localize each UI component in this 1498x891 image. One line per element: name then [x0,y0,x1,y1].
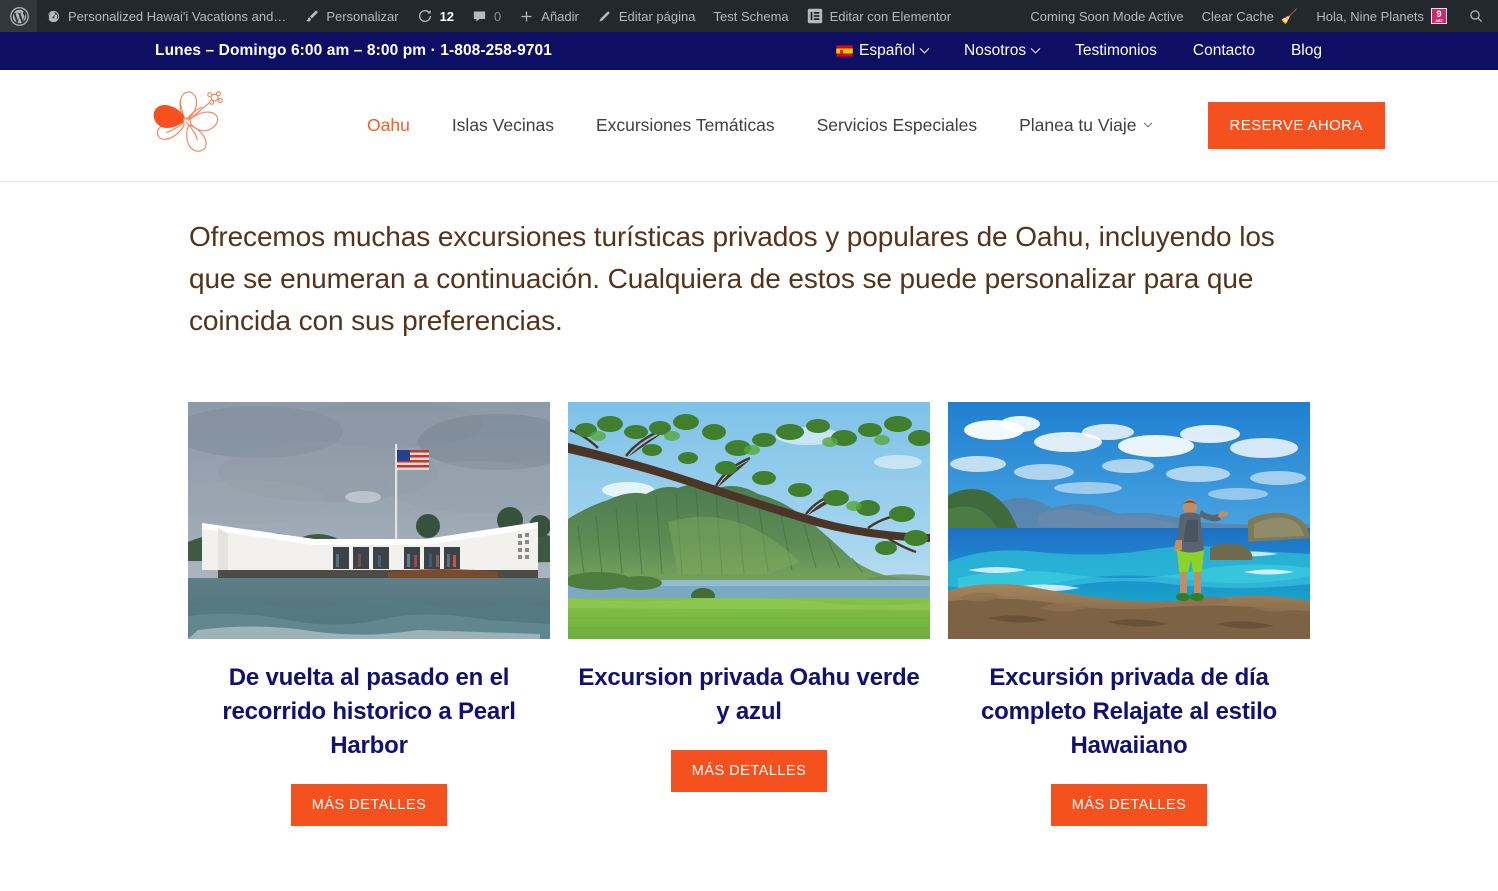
nav-islas-vecinas-label: Islas Vecinas [451,115,554,135]
updates-icon [417,8,433,24]
top-nav-testimonios[interactable]: Testimonios [1057,42,1175,60]
tour-card-image[interactable] [188,402,550,639]
more-details-button[interactable]: MÁS DETALLES [1050,784,1208,827]
makapuu-lookout-image [948,402,1310,639]
language-selector-label: Español [859,42,916,59]
admin-bar-updates-count: 12 [439,8,455,24]
nav-servicios-especiales[interactable]: Servicios Especiales [796,115,998,136]
coming-soon-label: Coming Soon Mode Active [1030,8,1184,24]
nav-excursiones-tematicas[interactable]: Excursiones Temáticas [575,115,796,136]
page-content: Ofrecemos muchas excursiones turísticas … [0,182,1498,827]
top-nav-testimonios-label: Testimonios [1075,42,1157,59]
tour-card-title[interactable]: Excursion privada Oahu verde y azul [568,661,930,729]
admin-bar-comments[interactable]: 0 [463,0,510,32]
admin-bar-clear-cache[interactable]: Clear Cache 🧹 [1193,0,1308,32]
admin-bar-coming-soon-mode[interactable]: Coming Soon Mode Active [1021,0,1192,32]
hibiscus-flower-logo [153,90,223,152]
admin-bar-edit-page[interactable]: Editar página [588,0,705,32]
top-nav-contacto[interactable]: Contacto [1175,42,1273,60]
koolau-mountains-image [568,402,930,639]
tour-card-image[interactable] [948,402,1310,639]
admin-bar-site-name[interactable]: Personalized Hawai'i Vacations and… [37,0,295,32]
tour-card: Excursion privada Oahu verde y azul MÁS … [568,402,930,826]
tour-card-image[interactable] [568,402,930,639]
uss-arizona-memorial-image [188,402,550,639]
broom-icon: 🧹 [1280,7,1299,24]
admin-bar-site-name-label: Personalized Hawai'i Vacations and… [68,8,287,24]
plus-icon [519,9,534,24]
reserve-now-button[interactable]: RESERVE AHORA [1207,102,1385,149]
clear-cache-label: Clear Cache [1201,8,1274,24]
admin-bar-new-content[interactable]: Añadir [510,0,588,32]
admin-bar-my-account[interactable]: Hola, Nine Planets 9 ABT [1307,0,1456,32]
nav-servicios-especiales-label: Servicios Especiales [816,115,978,135]
top-nav-contacto-label: Contacto [1192,42,1255,59]
top-nav-nosotros[interactable]: Nosotros [946,42,1057,60]
top-nav-nosotros-label: Nosotros [964,42,1027,59]
contact-hours-phone: Lunes – Domingo 6:00 am – 8:00 pm · 1-80… [155,42,552,59]
nav-oahu-label: Oahu [367,115,410,135]
avatar: 9 ABT [1431,8,1447,24]
wp-admin-bar: Personalized Hawai'i Vacations and… Pers… [0,0,1498,32]
dashboard-icon [46,9,61,24]
chevron-down-icon [1143,118,1152,127]
admin-bar-customize[interactable]: Personalizar [295,0,407,32]
tour-card-list: De vuelta al pasado en el recorrido hist… [188,402,1498,827]
more-details-button[interactable]: MÁS DETALLES [670,750,828,793]
admin-bar-new-content-label: Añadir [541,8,579,24]
intro-paragraph: Ofrecemos muchas excursiones turísticas … [189,221,1275,336]
chevron-down-icon [1030,43,1041,54]
admin-bar-test-schema-label: Test Schema [713,8,789,24]
nav-oahu[interactable]: Oahu [346,115,431,136]
chevron-down-icon [919,43,930,54]
admin-bar-customize-label: Personalizar [326,8,399,24]
greeting-label: Hola, Nine Planets [1316,8,1424,24]
tour-card: Excursión privada de día completo Relaja… [948,402,1310,827]
nav-excursiones-tematicas-label: Excursiones Temáticas [595,115,775,135]
comment-icon [472,9,487,24]
site-header: Oahu Islas Vecinas Excursiones Temáticas… [0,70,1498,182]
tour-card-title[interactable]: Excursión privada de día completo Relaja… [948,661,1310,763]
top-info-bar: Lunes – Domingo 6:00 am – 8:00 pm · 1-80… [0,32,1498,70]
admin-bar-edit-page-label: Editar página [618,8,696,24]
more-details-button[interactable]: MÁS DETALLES [290,784,448,827]
admin-bar-comments-count: 0 [494,8,502,24]
site-logo-link[interactable] [0,89,236,163]
top-nav-blog[interactable]: Blog [1273,42,1340,60]
search-icon [1468,8,1484,24]
admin-bar-edit-with-elementor[interactable]: Editar con Elementor [798,0,960,32]
admin-bar-elementor-label: Editar con Elementor [829,8,952,24]
admin-bar-search[interactable] [1456,0,1496,32]
paintbrush-icon [304,9,319,24]
language-selector[interactable]: Español [818,42,946,60]
main-nav: Oahu Islas Vecinas Excursiones Temáticas… [346,102,1385,149]
admin-bar-test-schema[interactable]: Test Schema [704,0,797,32]
pencil-icon [597,9,612,24]
admin-bar-updates[interactable]: 12 [408,0,463,32]
elementor-icon [807,8,823,24]
tour-card-title[interactable]: De vuelta al pasado en el recorrido hist… [188,661,550,763]
nav-islas-vecinas[interactable]: Islas Vecinas [431,115,575,136]
top-bar-nav: Español Nosotros Testimonios Contacto Bl… [818,42,1498,60]
top-nav-blog-label: Blog [1290,42,1322,59]
spanish-flag-icon [836,45,854,57]
wordpress-icon [10,6,29,26]
nav-planea-tu-viaje[interactable]: Planea tu Viaje [998,115,1171,136]
wordpress-logo-menu[interactable] [0,0,37,32]
nav-planea-tu-viaje-label: Planea tu Viaje [1019,115,1137,135]
tour-card: De vuelta al pasado en el recorrido hist… [188,402,550,827]
